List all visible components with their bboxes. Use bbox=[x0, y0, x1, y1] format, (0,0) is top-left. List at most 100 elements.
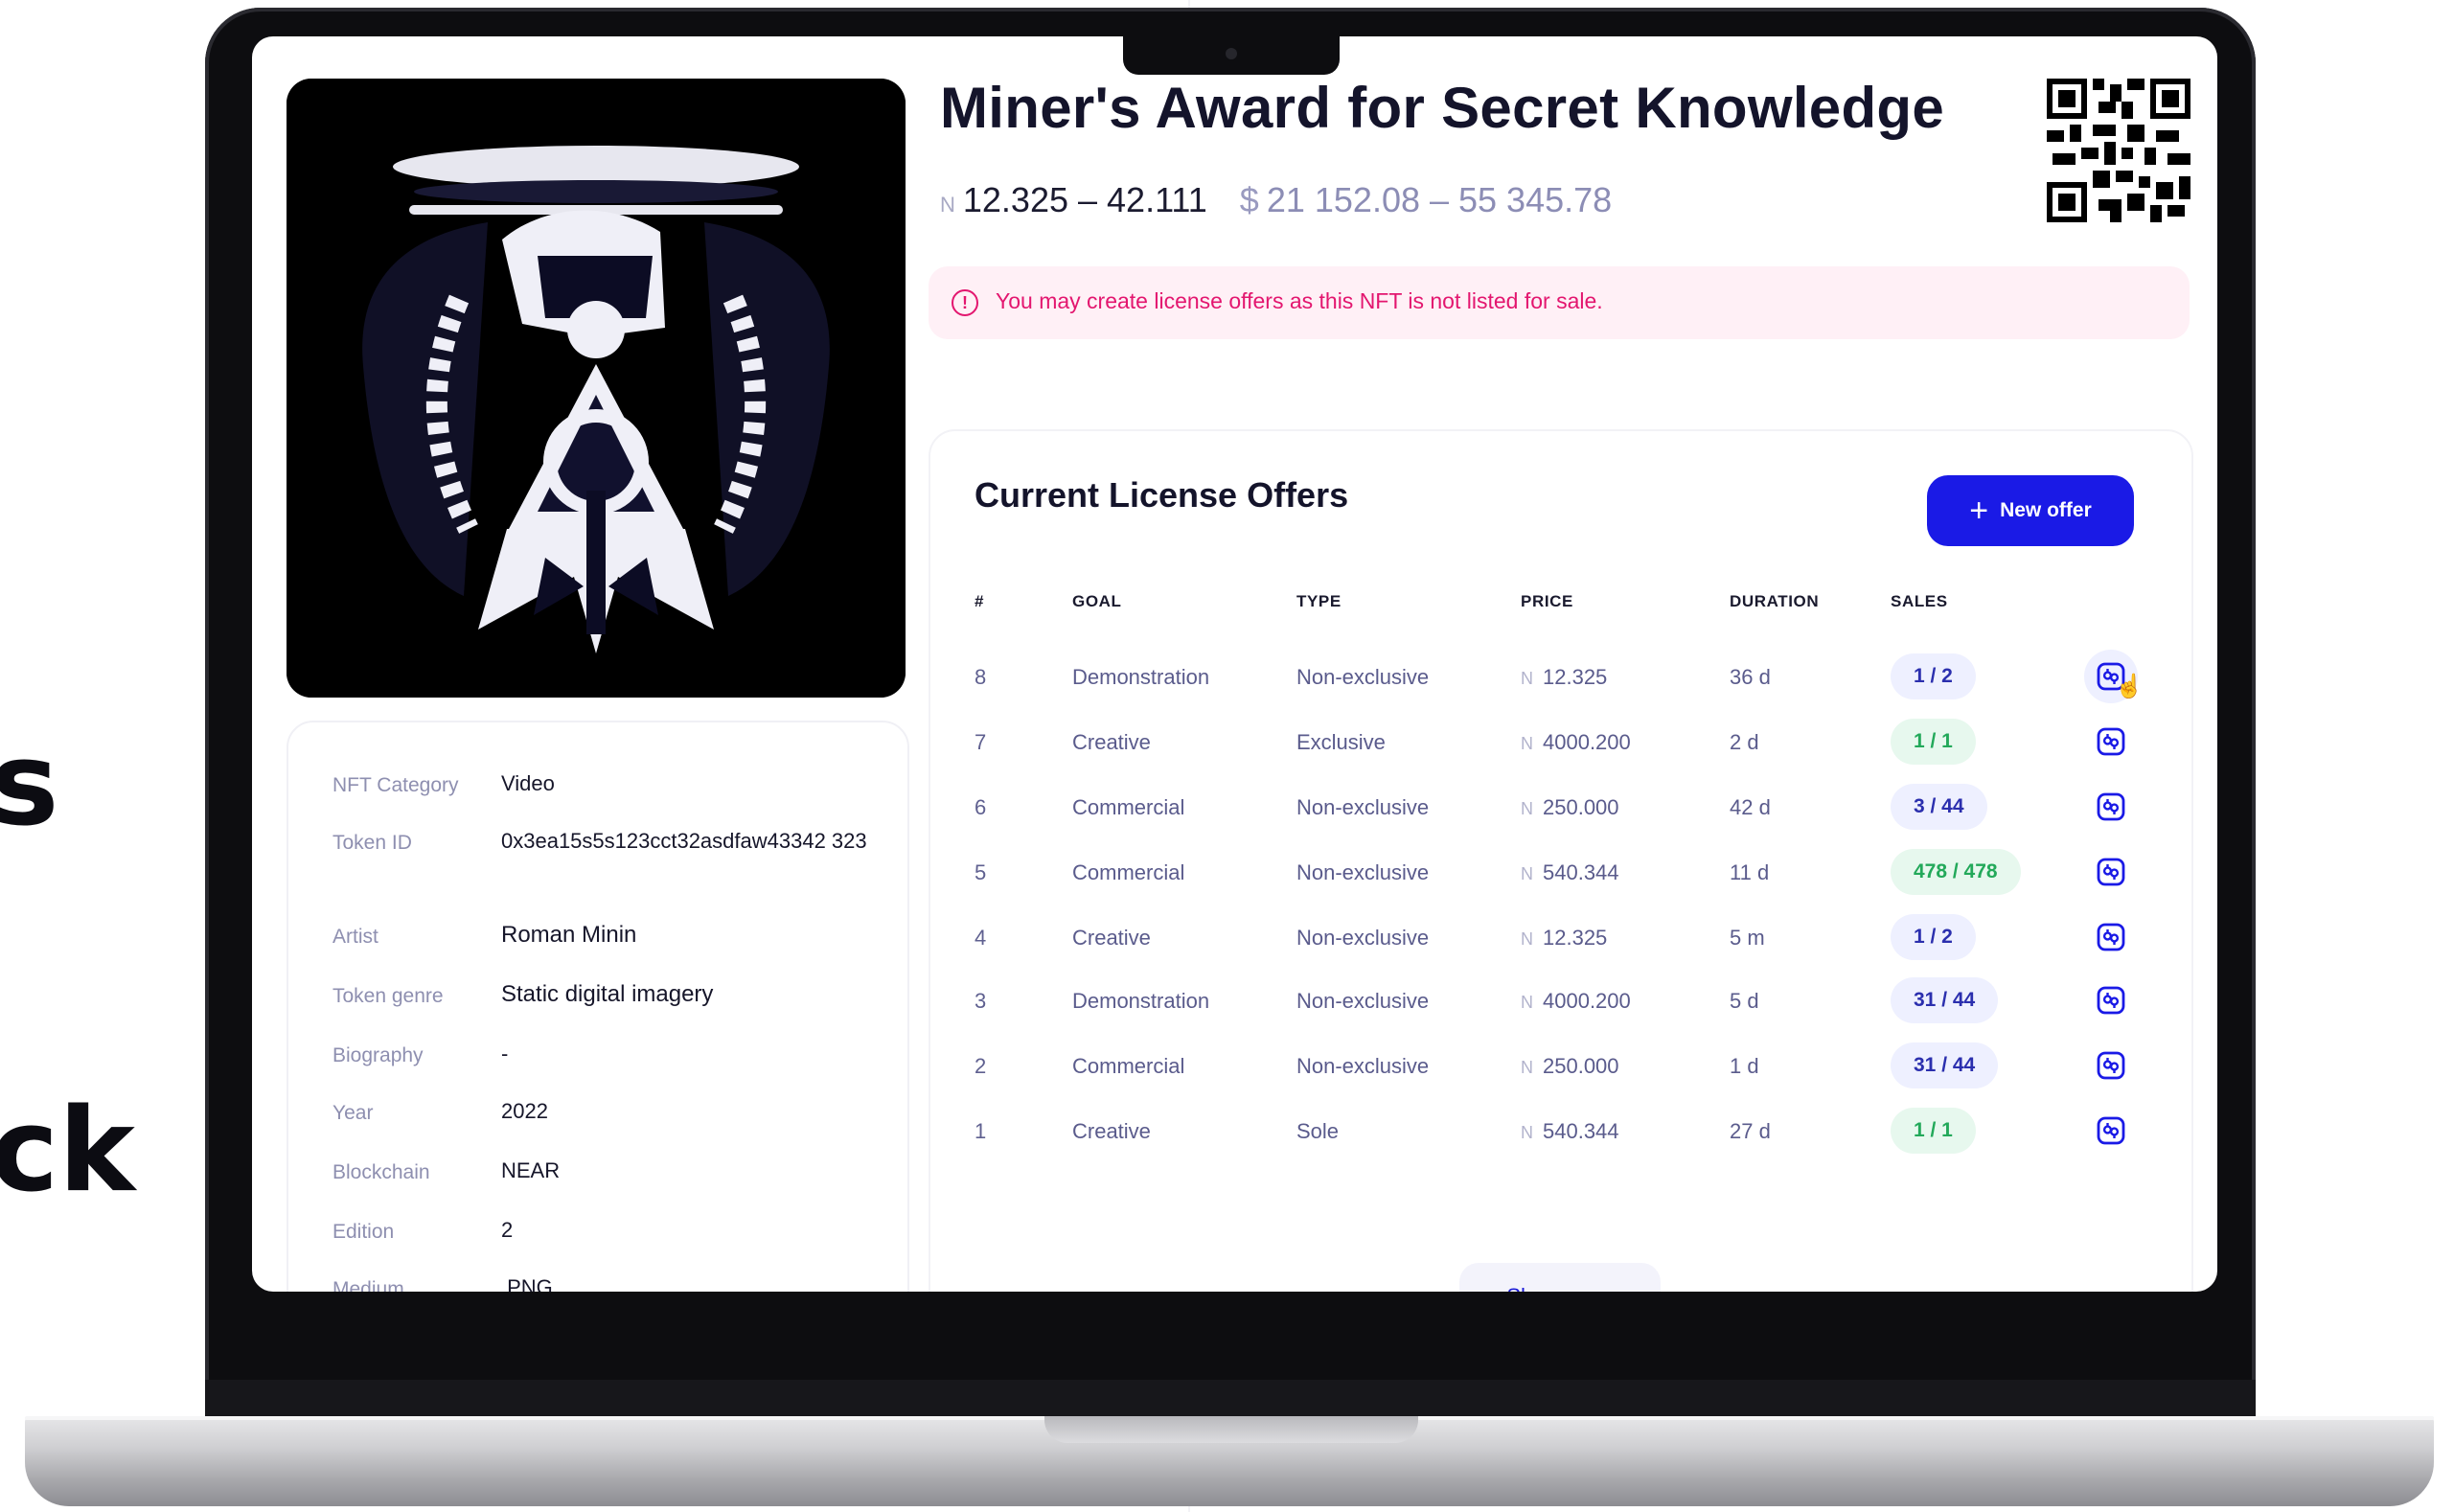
offer-price-value: 250.000 bbox=[1543, 1054, 1619, 1078]
license-icon[interactable] bbox=[2096, 1050, 2126, 1081]
column-header-sales: SALES bbox=[1891, 592, 1948, 610]
column-header-num: # bbox=[975, 592, 985, 610]
offer-goal: Creative bbox=[1072, 926, 1151, 950]
detail-label: Token genre bbox=[333, 985, 444, 1007]
offer-price-value: 4000.200 bbox=[1543, 989, 1631, 1013]
detail-value: Static digital imagery bbox=[501, 981, 714, 1007]
offer-goal: Demonstration bbox=[1072, 989, 1210, 1013]
new-offer-label: New offer bbox=[2000, 498, 2092, 521]
artwork-illustration bbox=[287, 79, 906, 698]
offer-number: 5 bbox=[975, 860, 987, 884]
detail-value: - bbox=[501, 1042, 509, 1065]
detail-label: Medium bbox=[333, 1278, 404, 1292]
nft-details-card: NFT Category Video Token ID 0x3ea15s5s12… bbox=[287, 721, 909, 1292]
offer-price-value: 12.325 bbox=[1543, 665, 1608, 689]
table-row[interactable]: 6 Commercial Non-exclusive N 250.000 42 d 3 / … bbox=[930, 776, 2191, 841]
price-range: N 12.325 – 42.111 $21 152.08 – 55 345.78 bbox=[940, 180, 1612, 220]
sales-badge: 1 / 2 bbox=[1891, 653, 1976, 699]
offer-type: Non-exclusive bbox=[1296, 989, 1430, 1013]
offer-duration: 1 d bbox=[1730, 1054, 1759, 1078]
sales-badge: 1 / 2 bbox=[1891, 914, 1976, 960]
offer-price-value: 12.325 bbox=[1543, 926, 1608, 950]
offer-price: N 250.000 bbox=[1521, 1054, 1619, 1079]
column-header-type: TYPE bbox=[1296, 592, 1342, 610]
near-icon: N bbox=[1521, 864, 1533, 883]
offer-price: N 540.344 bbox=[1521, 860, 1619, 885]
offer-type: Non-exclusive bbox=[1296, 860, 1430, 884]
offer-price-value: 4000.200 bbox=[1543, 730, 1631, 754]
show-more-button[interactable]: Show more bbox=[1459, 1263, 1661, 1292]
offer-type: Sole bbox=[1296, 1119, 1340, 1143]
offer-goal: Commercial bbox=[1072, 795, 1185, 819]
offer-type: Non-exclusive bbox=[1296, 795, 1430, 819]
detail-value: .PNG bbox=[501, 1275, 553, 1292]
detail-value: Video bbox=[501, 771, 555, 795]
offer-goal: Demonstration bbox=[1072, 665, 1210, 689]
qr-code-icon[interactable] bbox=[2047, 79, 2190, 222]
offer-price-value: 540.344 bbox=[1543, 1119, 1619, 1143]
offer-price: N 4000.200 bbox=[1521, 989, 1631, 1014]
offer-goal: Commercial bbox=[1072, 1054, 1185, 1078]
table-row[interactable]: 4 Creative Non-exclusive N 12.325 5 m 1 / 2 bbox=[930, 906, 2191, 972]
offer-number: 1 bbox=[975, 1119, 987, 1143]
near-icon: N bbox=[1521, 929, 1533, 949]
table-row[interactable]: 8 Demonstration Non-exclusive N 12.325 36 d 1 … bbox=[930, 646, 2191, 711]
offer-price: N 12.325 bbox=[1521, 665, 1607, 690]
offer-number: 7 bbox=[975, 730, 987, 754]
offer-price: N 540.344 bbox=[1521, 1119, 1619, 1144]
table-row[interactable]: 5 Commercial Non-exclusive N 540.344 11 d 478 … bbox=[930, 841, 2191, 906]
near-icon: N bbox=[1521, 669, 1533, 688]
license-icon[interactable] bbox=[2096, 726, 2126, 757]
offer-number: 4 bbox=[975, 926, 987, 950]
near-price-range: 12.325 – 42.111 bbox=[962, 180, 1207, 219]
sales-badge: 478 / 478 bbox=[1891, 849, 2021, 895]
offer-number: 2 bbox=[975, 1054, 987, 1078]
detail-label: Artist bbox=[333, 926, 378, 948]
detail-label: Biography bbox=[333, 1044, 424, 1066]
offer-type: Exclusive bbox=[1296, 730, 1386, 754]
detail-label: Blockchain bbox=[333, 1161, 430, 1183]
license-icon[interactable] bbox=[2096, 985, 2126, 1016]
usd-icon: $ bbox=[1239, 180, 1259, 219]
offer-duration: 36 d bbox=[1730, 665, 1771, 689]
detail-value: NEAR bbox=[501, 1158, 561, 1182]
detail-value: 2 bbox=[501, 1218, 514, 1242]
offer-number: 8 bbox=[975, 665, 987, 689]
hand-cursor-icon: ☝ bbox=[2115, 674, 2144, 699]
offers-title: Current License Offers bbox=[975, 475, 1349, 515]
column-header-goal: GOAL bbox=[1072, 592, 1122, 610]
near-icon: N bbox=[940, 193, 955, 217]
license-icon[interactable] bbox=[2096, 922, 2126, 952]
near-icon: N bbox=[1521, 799, 1533, 818]
warning-icon: ! bbox=[952, 289, 978, 316]
sales-badge: 3 / 44 bbox=[1891, 784, 1987, 830]
sales-badge: 31 / 44 bbox=[1891, 977, 1999, 1023]
plus-icon: + bbox=[1969, 492, 1989, 529]
near-icon: N bbox=[1521, 993, 1533, 1012]
license-icon[interactable] bbox=[2096, 857, 2126, 887]
offer-duration: 27 d bbox=[1730, 1119, 1771, 1143]
detail-value: 0x3ea15s5s123cct32asdfaw43342 323 bbox=[501, 829, 867, 853]
offer-duration: 42 d bbox=[1730, 795, 1771, 819]
offer-price: N 250.000 bbox=[1521, 795, 1619, 820]
column-header-duration: DURATION bbox=[1730, 592, 1820, 610]
table-row[interactable]: 7 Creative Exclusive N 4000.200 2 d 1 / 1 bbox=[930, 711, 2191, 776]
detail-label: NFT Category bbox=[333, 774, 459, 796]
usd-price-range: 21 152.08 – 55 345.78 bbox=[1266, 180, 1613, 219]
offer-number: 6 bbox=[975, 795, 987, 819]
license-icon[interactable] bbox=[2096, 791, 2126, 822]
background-text-fragment: s bbox=[0, 719, 59, 852]
license-icon[interactable] bbox=[2096, 1115, 2126, 1146]
offer-duration: 5 m bbox=[1730, 926, 1765, 950]
table-row[interactable]: 3 Demonstration Non-exclusive N 4000.200 5 d 3… bbox=[930, 970, 2191, 1035]
offer-type: Non-exclusive bbox=[1296, 926, 1430, 950]
table-row[interactable]: 2 Commercial Non-exclusive N 250.000 1 d 31 / … bbox=[930, 1035, 2191, 1100]
alert-text: You may create license offers as this NF… bbox=[996, 288, 1603, 313]
nft-artwork[interactable] bbox=[287, 79, 906, 698]
new-offer-button[interactable]: + New offer bbox=[1927, 475, 2134, 546]
detail-label: Token ID bbox=[333, 832, 412, 854]
table-row[interactable]: 1 Creative Sole N 540.344 27 d 1 / 1 bbox=[930, 1100, 2191, 1165]
offer-price-value: 250.000 bbox=[1543, 795, 1619, 819]
offer-duration: 11 d bbox=[1730, 860, 1770, 884]
detail-value: Roman Minin bbox=[501, 922, 637, 948]
